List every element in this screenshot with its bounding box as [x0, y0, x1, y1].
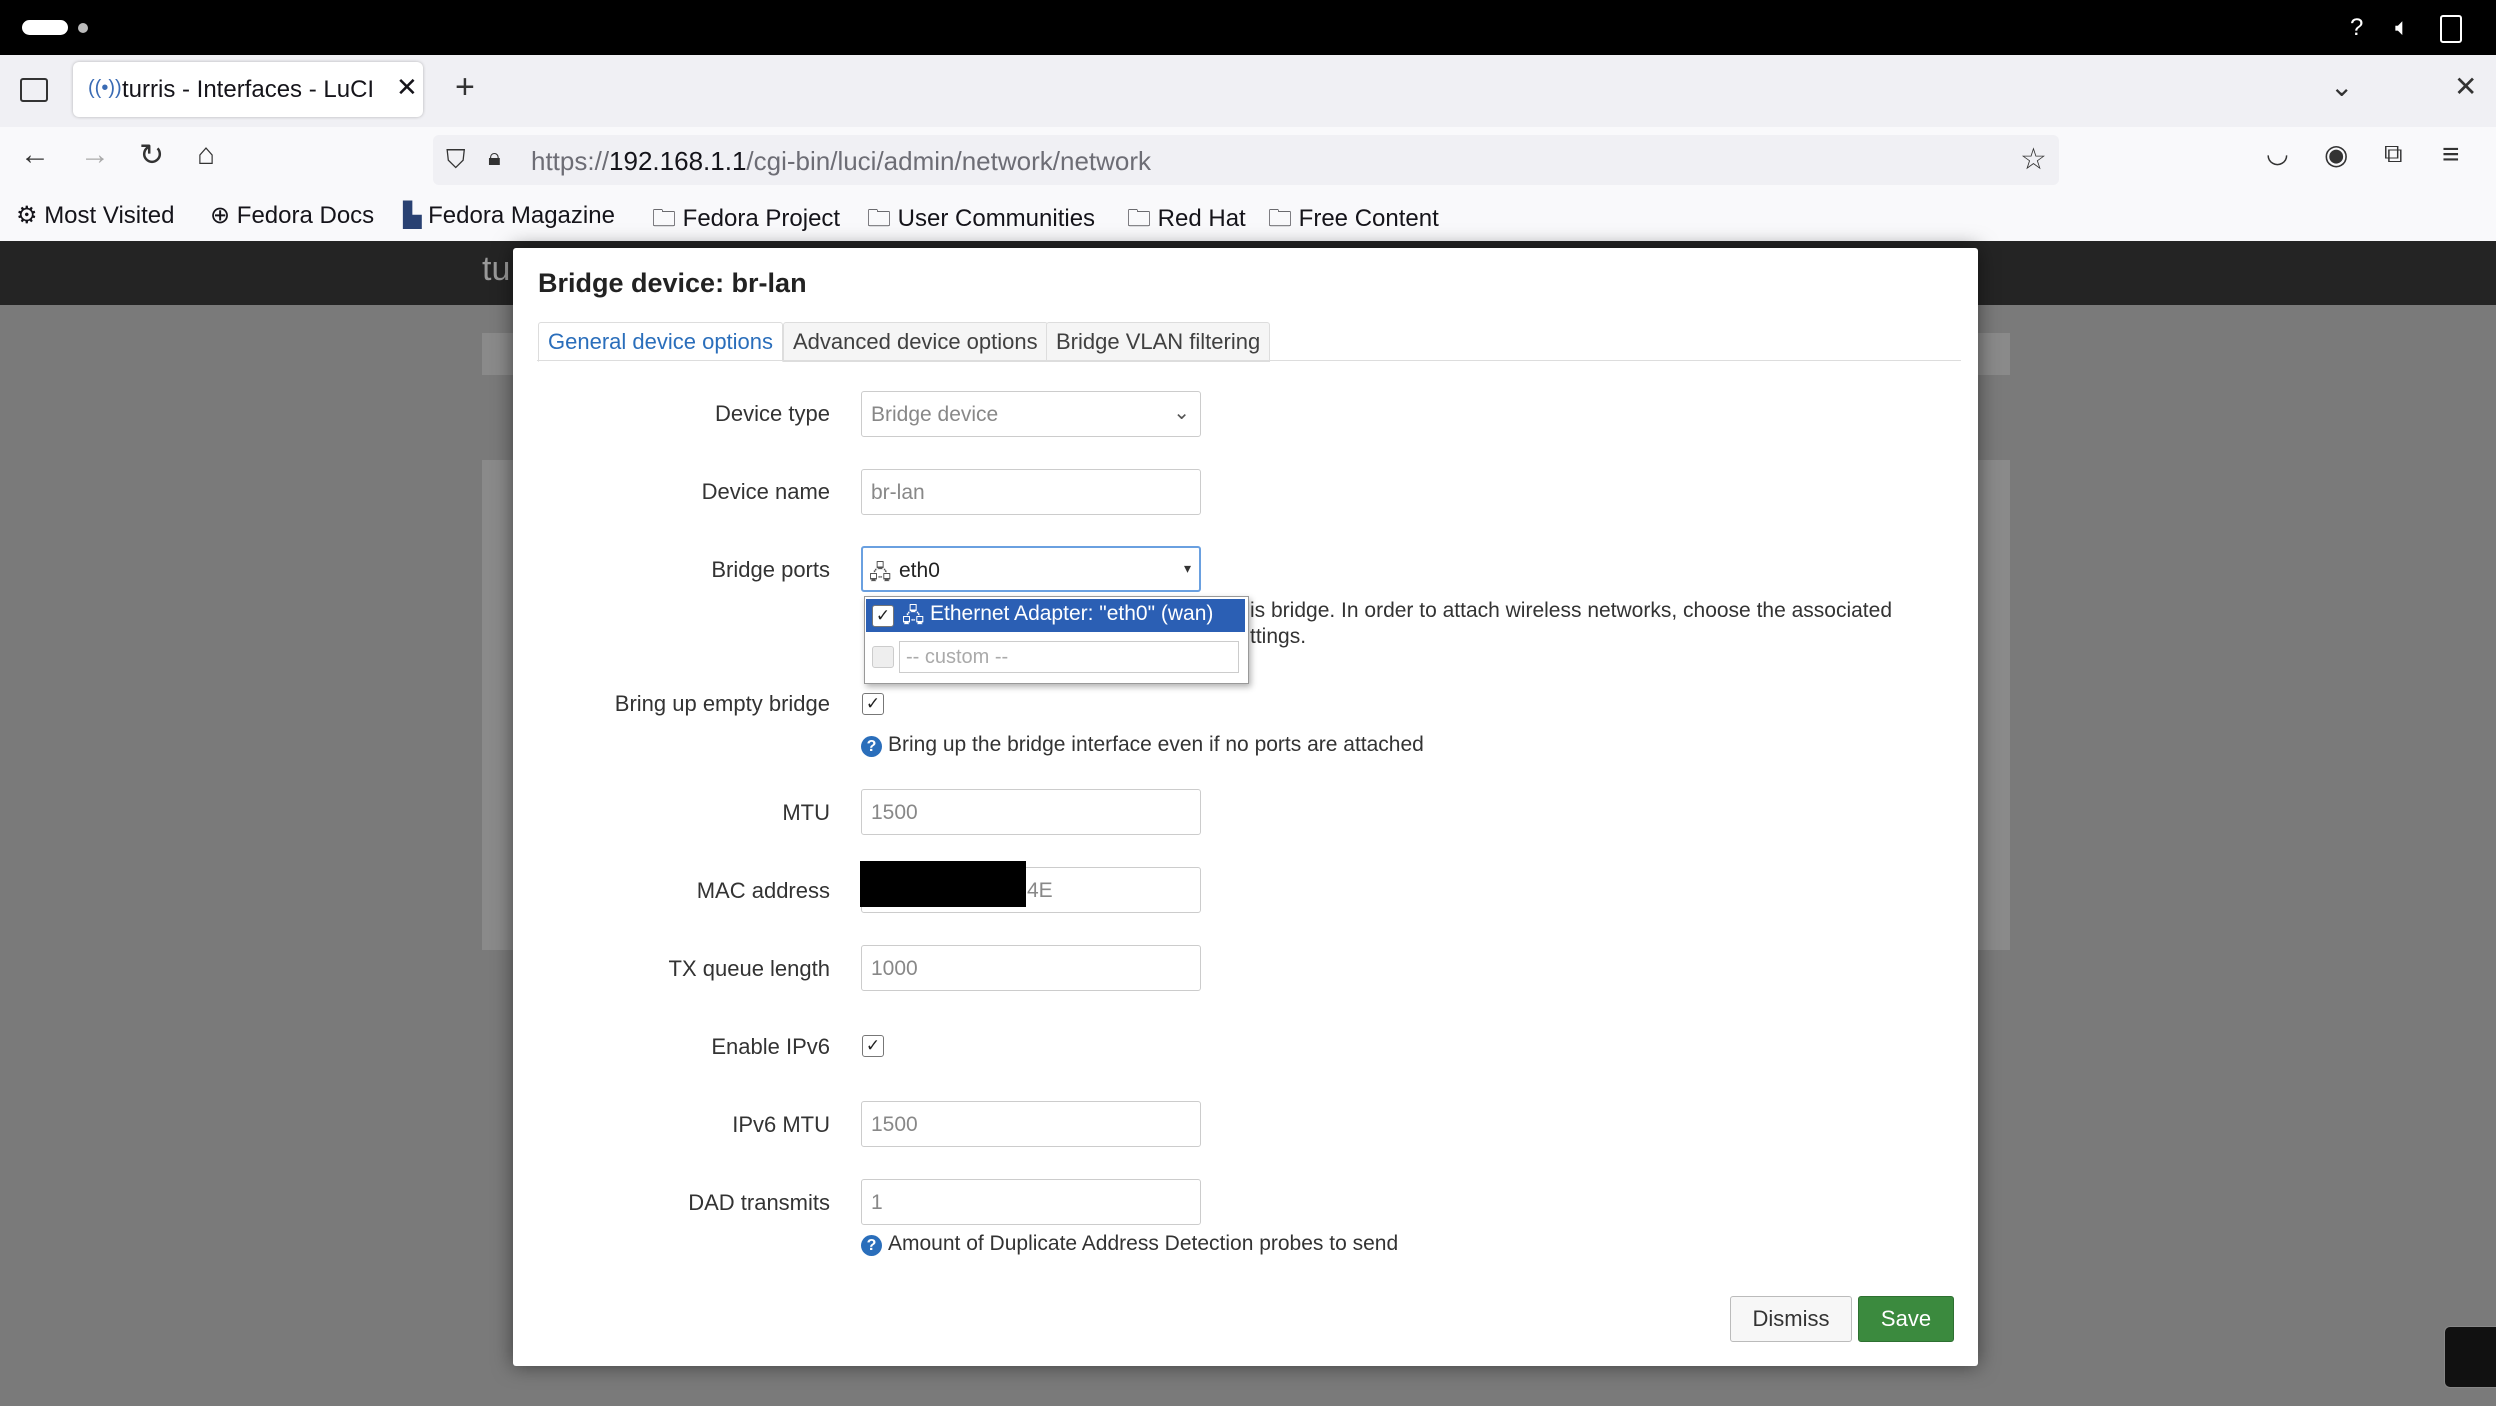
- dad-transmits-help: ? Amount of Duplicate Address Detection p…: [861, 1232, 1398, 1256]
- tx-queue-length-label: TX queue length: [668, 956, 830, 981]
- ipv6-mtu-input[interactable]: 1500: [861, 1101, 1201, 1147]
- extensions-icon[interactable]: ⧉: [2384, 138, 2403, 170]
- redaction-block: [860, 861, 1026, 907]
- url-text[interactable]: https://192.168.1.1/cgi-bin/luci/admin/n…: [531, 146, 1151, 177]
- system-clock[interactable]: May 4 1:44 PM: [1100, 12, 1292, 43]
- new-tab-button[interactable]: +: [455, 68, 475, 107]
- folder-icon: 🗀: [1127, 205, 1151, 232]
- globe-icon: ⊕: [210, 202, 231, 229]
- device-type-select[interactable]: Bridge device ⌄: [861, 391, 1201, 437]
- option-custom-checkbox[interactable]: [872, 646, 894, 668]
- window-close-icon[interactable]: ✕: [2454, 70, 2477, 103]
- bridge-ports-help-line2: ttings.: [1250, 625, 1307, 648]
- pocket-icon[interactable]: ◡: [2266, 138, 2289, 169]
- workspace-dot: [78, 23, 88, 33]
- bridge-ports-label: Bridge ports: [711, 557, 830, 582]
- dad-transmits-input[interactable]: 1: [861, 1179, 1201, 1225]
- device-name-input[interactable]: br-lan: [861, 469, 1201, 515]
- mtu-input[interactable]: 1500: [861, 789, 1201, 835]
- mtu-label: MTU: [782, 800, 830, 825]
- tab-close-icon[interactable]: ✕: [396, 72, 418, 103]
- enable-ipv6-label: Enable IPv6: [711, 1034, 830, 1059]
- bookmarks-toolbar: [0, 193, 2496, 242]
- mac-address-label: MAC address: [696, 878, 830, 903]
- device-name-label: Device name: [701, 479, 830, 504]
- network-adapter-icon: 🖧: [902, 605, 925, 627]
- bring-up-empty-bridge-label: Bring up empty bridge: [614, 691, 830, 716]
- forward-icon[interactable]: →: [80, 138, 110, 172]
- luci-brand: tu: [482, 250, 511, 288]
- firefox-view-icon[interactable]: [20, 78, 48, 102]
- enable-ipv6-checkbox[interactable]: ✓: [862, 1035, 884, 1057]
- tab-title: turris - Interfaces - LuCI: [122, 76, 375, 103]
- option-eth0-checkbox[interactable]: ✓: [872, 605, 894, 627]
- account-icon[interactable]: ◉: [2324, 138, 2348, 171]
- save-button[interactable]: Save: [1858, 1296, 1954, 1342]
- dropdown-arrow-icon: ▾: [1183, 560, 1191, 576]
- folder-icon: 🗀: [867, 205, 891, 232]
- list-all-tabs-icon[interactable]: ⌄: [2330, 70, 2353, 103]
- wifi-icon[interactable]: ?: [2350, 14, 2363, 42]
- tab-divider: [537, 360, 1961, 361]
- bring-up-empty-bridge-checkbox[interactable]: ✓: [862, 693, 884, 715]
- folder-icon: 🗀: [1268, 205, 1292, 232]
- activities-indicator[interactable]: [22, 20, 68, 35]
- reload-icon[interactable]: ↻: [139, 138, 164, 173]
- bookmark-most-visited[interactable]: ⚙ Most Visited: [16, 201, 174, 230]
- back-icon[interactable]: ←: [20, 138, 50, 172]
- bridge-ports-value: eth0: [899, 559, 940, 582]
- bridge-ports-dropdown[interactable]: 🖧 eth0 ▾: [861, 546, 1201, 592]
- gear-icon: ⚙: [16, 202, 38, 229]
- network-adapter-icon: 🖧: [869, 562, 892, 584]
- device-type-value: Bridge device: [871, 403, 999, 426]
- help-icon: ?: [861, 736, 882, 757]
- loading-favicon-icon: ((•)): [88, 77, 122, 99]
- option-custom-input[interactable]: -- custom --: [899, 641, 1239, 673]
- dialog-title: Bridge device: br-lan: [538, 268, 807, 298]
- bookmark-fedora-project[interactable]: 🗀 Fedora Project: [652, 201, 840, 242]
- device-type-label: Device type: [715, 401, 830, 426]
- ipv6-mtu-label: IPv6 MTU: [732, 1112, 830, 1137]
- lock-icon[interactable]: 🔒︎: [488, 144, 501, 172]
- bookmark-fedora-magazine[interactable]: ▙ Fedora Magazine: [403, 201, 615, 230]
- bookmark-red-hat[interactable]: 🗀 Red Hat: [1127, 201, 1246, 242]
- fedora-magazine-icon: ▙: [403, 202, 422, 229]
- bridge-ports-help-line1: is bridge. In order to attach wireless n…: [1250, 599, 1892, 622]
- tab-general-device-options[interactable]: General device options: [538, 322, 784, 362]
- bookmark-star-icon[interactable]: ☆: [2020, 142, 2047, 177]
- bring-up-empty-bridge-help: ? Bring up the bridge interface even if n…: [861, 733, 1424, 757]
- home-icon[interactable]: ⌂: [197, 138, 215, 172]
- dismiss-button[interactable]: Dismiss: [1730, 1296, 1852, 1342]
- bookmark-free-content[interactable]: 🗀 Free Content: [1268, 201, 1439, 242]
- battery-icon[interactable]: [2440, 15, 2462, 43]
- menu-icon[interactable]: ≡: [2442, 138, 2460, 172]
- bookmark-fedora-docs[interactable]: ⊕ Fedora Docs: [210, 201, 374, 230]
- dad-transmits-label: DAD transmits: [688, 1190, 830, 1215]
- bookmark-user-communities[interactable]: 🗀 User Communities: [867, 201, 1095, 242]
- help-icon: ?: [861, 1235, 882, 1256]
- tab-bridge-vlan-filtering[interactable]: Bridge VLAN filtering: [1046, 322, 1271, 362]
- option-eth0-label: Ethernet Adapter: "eth0" (wan): [930, 602, 1214, 625]
- tx-queue-length-input[interactable]: 1000: [861, 945, 1201, 991]
- chevron-down-icon: ⌄: [1173, 402, 1190, 424]
- folder-icon: 🗀: [652, 205, 676, 232]
- shield-icon[interactable]: ⛉: [446, 144, 466, 176]
- notification-corner[interactable]: [2444, 1326, 2496, 1388]
- tab-advanced-device-options[interactable]: Advanced device options: [783, 322, 1048, 362]
- volume-icon[interactable]: 🔈︎: [2395, 14, 2409, 42]
